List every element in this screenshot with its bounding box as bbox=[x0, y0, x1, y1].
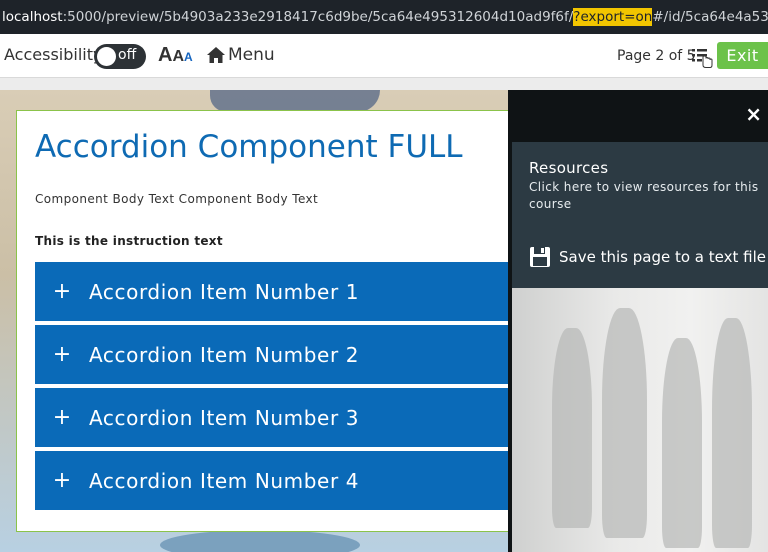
accordion-item-label: Accordion Item Number 4 bbox=[89, 468, 360, 493]
accordion-item-4[interactable]: + Accordion Item Number 4 bbox=[35, 451, 509, 510]
accordion-item-label: Accordion Item Number 1 bbox=[89, 279, 360, 304]
component-body-text: Component Body Text Component Body Text bbox=[35, 192, 319, 206]
page-list-icon[interactable] bbox=[692, 48, 714, 68]
people-background-image bbox=[512, 288, 768, 552]
url-host: localhost bbox=[2, 9, 63, 25]
toolbar-divider bbox=[0, 78, 768, 90]
accordion-item-2[interactable]: + Accordion Item Number 2 bbox=[35, 325, 509, 384]
home-icon bbox=[207, 47, 225, 63]
url-path: :5000/preview/5b4903a233e2918417c6d9be/5… bbox=[62, 9, 574, 25]
save-page-button[interactable]: Save this page to a text file bbox=[529, 246, 766, 268]
plus-icon: + bbox=[52, 342, 72, 367]
url-rest: #/id/5ca64e4a5312604d10ad9f70 bbox=[652, 9, 768, 25]
page-indicator: Page 2 of 5 bbox=[617, 48, 696, 64]
plus-icon: + bbox=[52, 405, 72, 430]
menu-label: Menu bbox=[228, 45, 275, 65]
accordion-list: + Accordion Item Number 1 + Accordion It… bbox=[35, 262, 509, 514]
plus-icon: + bbox=[52, 279, 72, 304]
instruction-text: This is the instruction text bbox=[35, 234, 223, 248]
course-toolbar: Accessibility off AAA Menu Page 2 of 5 E… bbox=[0, 34, 768, 78]
save-page-label: Save this page to a text file bbox=[559, 248, 766, 266]
accessibility-label: Accessibility bbox=[4, 45, 103, 64]
address-bar[interactable]: localhost:5000/preview/5b4903a233e291841… bbox=[0, 0, 768, 34]
accordion-item-label: Accordion Item Number 2 bbox=[89, 342, 360, 367]
toggle-knob bbox=[97, 47, 116, 66]
toggle-state: off bbox=[118, 47, 137, 63]
accordion-item-3[interactable]: + Accordion Item Number 3 bbox=[35, 388, 509, 447]
accordion-item-label: Accordion Item Number 3 bbox=[89, 405, 360, 430]
close-icon[interactable]: × bbox=[745, 104, 762, 124]
resources-title: Resources bbox=[529, 159, 609, 177]
font-size-icon[interactable]: AAA bbox=[158, 44, 193, 67]
accordion-item-1[interactable]: + Accordion Item Number 1 bbox=[35, 262, 509, 321]
exit-button[interactable]: Exit bbox=[717, 42, 768, 69]
floppy-disk-icon bbox=[530, 247, 550, 267]
resources-subtitle: Click here to view resources for this co… bbox=[529, 180, 759, 211]
resources-side-panel: × Resources Click here to view resources… bbox=[508, 90, 768, 552]
page-title: Accordion Component FULL bbox=[35, 129, 463, 165]
content-card: Accordion Component FULL Component Body … bbox=[16, 110, 509, 532]
resources-section[interactable]: Resources Click here to view resources f… bbox=[512, 142, 768, 288]
plus-icon: + bbox=[52, 468, 72, 493]
url-highlight: ?export=on bbox=[573, 8, 653, 26]
accessibility-toggle[interactable]: off bbox=[94, 44, 146, 69]
menu-button[interactable]: Menu bbox=[206, 45, 275, 65]
